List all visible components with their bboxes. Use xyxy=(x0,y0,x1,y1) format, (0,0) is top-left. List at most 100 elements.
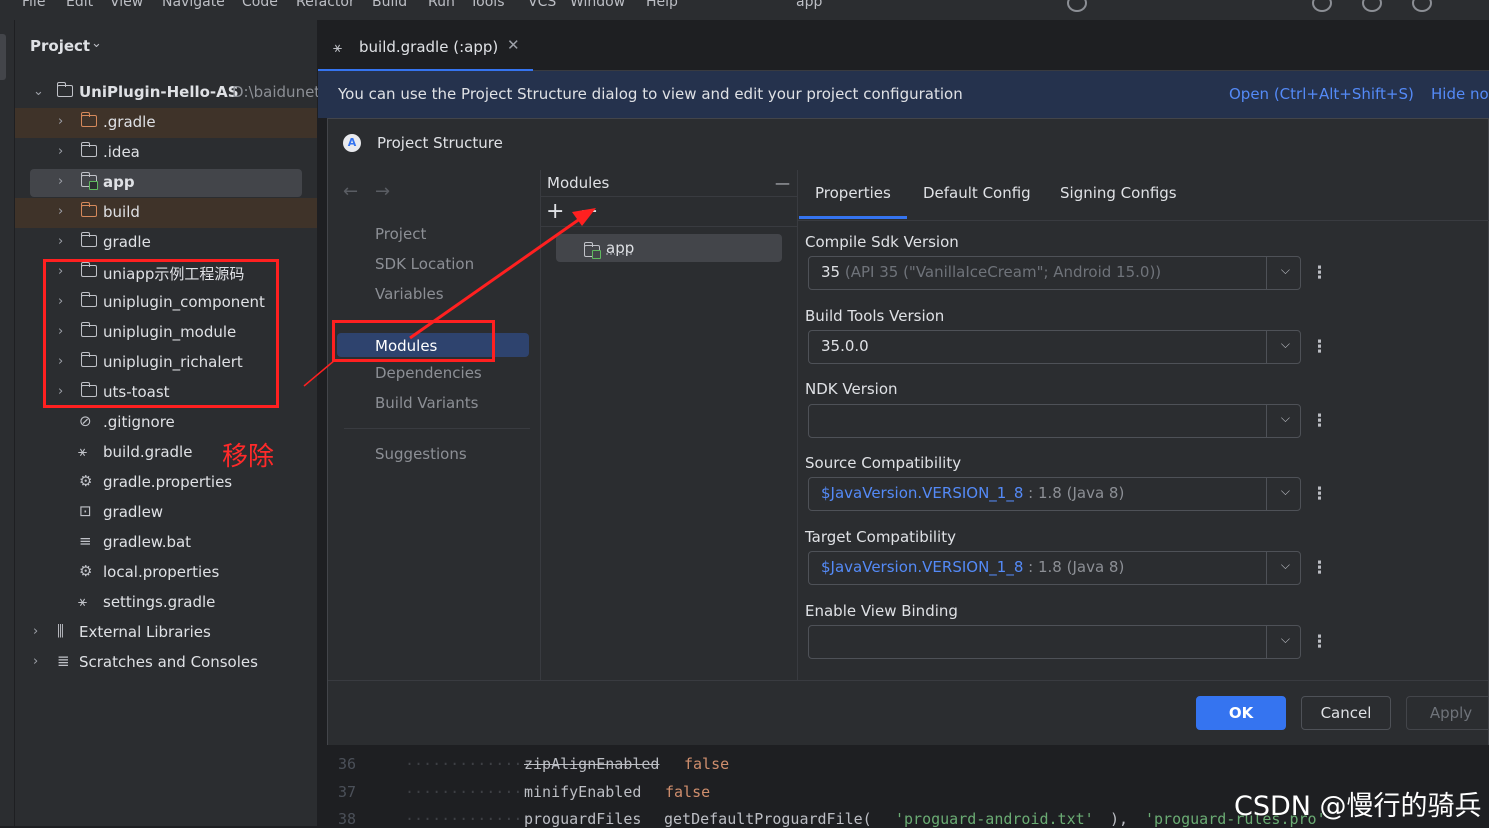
expanded-arrow-icon[interactable]: ⌄ xyxy=(33,84,44,99)
add-module-icon[interactable]: + xyxy=(546,199,564,224)
settings-icon[interactable] xyxy=(1362,0,1382,12)
tree-item[interactable]: › .idea xyxy=(15,138,317,168)
tree-item[interactable]: ⊘ .gitignore xyxy=(15,408,317,438)
chevron-down-icon[interactable]: ⌵ xyxy=(1281,411,1290,426)
gear-icon: ⚙ xyxy=(79,472,93,490)
annotation-red-box-modules xyxy=(43,259,279,408)
more-options-icon[interactable]: ⋮ xyxy=(1311,263,1328,283)
combo-value: 35 xyxy=(821,263,841,281)
tab-signing-configs[interactable]: Signing Configs xyxy=(1060,184,1177,202)
ok-button[interactable]: OK xyxy=(1196,696,1286,730)
ndk-version-combo[interactable]: ⌵ xyxy=(808,404,1301,438)
tree-item-scratches[interactable]: › ≣ Scratches and Consoles xyxy=(15,648,317,678)
tree-item[interactable]: › .gradle xyxy=(15,108,317,138)
tab-properties[interactable]: Properties xyxy=(815,184,891,202)
view-binding-combo[interactable]: ⌵ xyxy=(808,625,1301,659)
nav-item-suggestions[interactable]: Suggestions xyxy=(375,445,467,463)
tree-item-app[interactable]: › app xyxy=(15,168,317,198)
combo-value: $JavaVersion.VERSION_1_8 xyxy=(821,558,1024,576)
tree-item[interactable]: ⚹ settings.gradle xyxy=(15,588,317,618)
menu-refactor[interactable]: Refactor xyxy=(296,0,355,10)
tree-item[interactable]: › build xyxy=(15,198,317,228)
tree-item[interactable]: ⊡ gradlew xyxy=(15,498,317,528)
line-number: 36 xyxy=(338,755,357,773)
project-view-selector[interactable]: Project xyxy=(30,37,90,55)
back-arrow-icon[interactable]: ← xyxy=(343,181,358,202)
close-icon[interactable]: ✕ xyxy=(507,36,520,54)
tree-root[interactable]: ⌄ UniPlugin-Hello-AS D:\baidunet xyxy=(15,78,320,108)
collapsed-arrow-icon[interactable]: › xyxy=(58,174,63,189)
combo-value: 35.0.0 xyxy=(821,337,869,355)
collapsed-arrow-icon[interactable]: › xyxy=(33,654,38,669)
collapsed-arrow-icon[interactable]: › xyxy=(58,144,63,159)
collapsed-arrow-icon[interactable]: › xyxy=(58,114,63,129)
toolbar-icon[interactable] xyxy=(1067,0,1087,12)
menu-window[interactable]: Window xyxy=(570,0,625,10)
collapsed-arrow-icon[interactable]: › xyxy=(58,234,63,249)
menu-edit[interactable]: Edit xyxy=(66,0,93,10)
profile-icon[interactable] xyxy=(1412,0,1432,12)
menu-file[interactable]: File xyxy=(22,0,45,10)
tree-item[interactable]: ≡ gradlew.bat xyxy=(15,528,317,558)
target-compat-combo[interactable]: $JavaVersion.VERSION_1_8 : 1.8 (Java 8) … xyxy=(808,551,1301,585)
remove-module-icon[interactable]: − xyxy=(580,199,598,224)
collapsed-arrow-icon[interactable]: › xyxy=(33,624,38,639)
source-compat-combo[interactable]: $JavaVersion.VERSION_1_8 : 1.8 (Java 8) … xyxy=(808,477,1301,511)
search-icon[interactable] xyxy=(1312,0,1332,12)
combo-hint: : 1.8 (Java 8) xyxy=(1028,558,1125,576)
editor-tab-label[interactable]: build.gradle (:app) xyxy=(359,38,498,56)
menu-code[interactable]: Code xyxy=(242,0,278,10)
nav-item-sdk-location[interactable]: SDK Location xyxy=(375,255,474,273)
cancel-button[interactable]: Cancel xyxy=(1301,696,1391,730)
nav-item-build-variants[interactable]: Build Variants xyxy=(375,394,478,412)
nav-item-variables[interactable]: Variables xyxy=(375,285,444,303)
combo-value: $JavaVersion.VERSION_1_8 xyxy=(821,484,1024,502)
indent-guide: ·············· xyxy=(405,783,532,801)
tree-item-external-libraries[interactable]: › ⫼ External Libraries xyxy=(15,618,317,648)
open-project-structure-link[interactable]: Open (Ctrl+Alt+Shift+S) xyxy=(1229,85,1414,103)
tree-item-label: gradle xyxy=(103,233,151,251)
more-options-icon[interactable]: ⋮ xyxy=(1311,484,1328,504)
more-options-icon[interactable]: ⋮ xyxy=(1311,411,1328,431)
menu-tools[interactable]: Tools xyxy=(470,0,505,10)
selection-highlight xyxy=(30,169,302,197)
nav-item-dependencies[interactable]: Dependencies xyxy=(375,364,482,382)
tree-item[interactable]: › gradle xyxy=(15,228,317,258)
tree-item-label: gradlew.bat xyxy=(103,533,192,551)
field-label: Enable View Binding xyxy=(805,602,958,620)
forward-arrow-icon[interactable]: → xyxy=(375,181,390,202)
chevron-down-icon[interactable]: ⌄ xyxy=(91,36,102,51)
build-tools-combo[interactable]: 35.0.0 ⌵ xyxy=(808,330,1301,364)
minimize-icon[interactable]: — xyxy=(775,174,790,192)
menu-help[interactable]: Help xyxy=(646,0,678,10)
chevron-down-icon[interactable]: ⌵ xyxy=(1281,263,1290,278)
menu-view[interactable]: View xyxy=(110,0,143,10)
run-config-selector[interactable]: app xyxy=(796,0,822,10)
divider xyxy=(541,226,797,227)
tree-item[interactable]: ⚙ local.properties xyxy=(15,558,317,588)
field-label: Compile Sdk Version xyxy=(805,233,959,251)
hide-notification-link[interactable]: Hide no xyxy=(1431,85,1489,103)
menu-vcs[interactable]: VCS xyxy=(528,0,556,10)
code-token: minifyEnabled xyxy=(524,783,642,801)
more-options-icon[interactable]: ⋮ xyxy=(1311,337,1328,357)
divider xyxy=(541,196,797,197)
project-tool-tab[interactable] xyxy=(0,34,6,80)
menu-navigate[interactable]: Navigate xyxy=(162,0,225,10)
chevron-down-icon[interactable]: ⌵ xyxy=(1281,484,1290,499)
chevron-down-icon[interactable]: ⌵ xyxy=(1281,337,1290,352)
chevron-down-icon[interactable]: ⌵ xyxy=(1281,632,1290,647)
collapsed-arrow-icon[interactable]: › xyxy=(58,204,63,219)
gitignore-icon: ⊘ xyxy=(79,412,92,430)
chevron-down-icon[interactable]: ⌵ xyxy=(1281,558,1290,573)
nav-item-project[interactable]: Project xyxy=(375,225,426,243)
menu-build[interactable]: Build xyxy=(372,0,407,10)
compile-sdk-combo[interactable]: 35 (API 35 ("VanillaIceCream"; Android 1… xyxy=(808,256,1301,290)
menu-run[interactable]: Run xyxy=(428,0,455,10)
tab-default-config[interactable]: Default Config xyxy=(923,184,1031,202)
more-options-icon[interactable]: ⋮ xyxy=(1311,632,1328,652)
more-options-icon[interactable]: ⋮ xyxy=(1311,558,1328,578)
apply-button[interactable]: Apply xyxy=(1406,696,1489,730)
code-token: 'proguard-android.txt' xyxy=(895,810,1094,828)
combo-hint: (API 35 ("VanillaIceCream"; Android 15.0… xyxy=(844,263,1162,281)
